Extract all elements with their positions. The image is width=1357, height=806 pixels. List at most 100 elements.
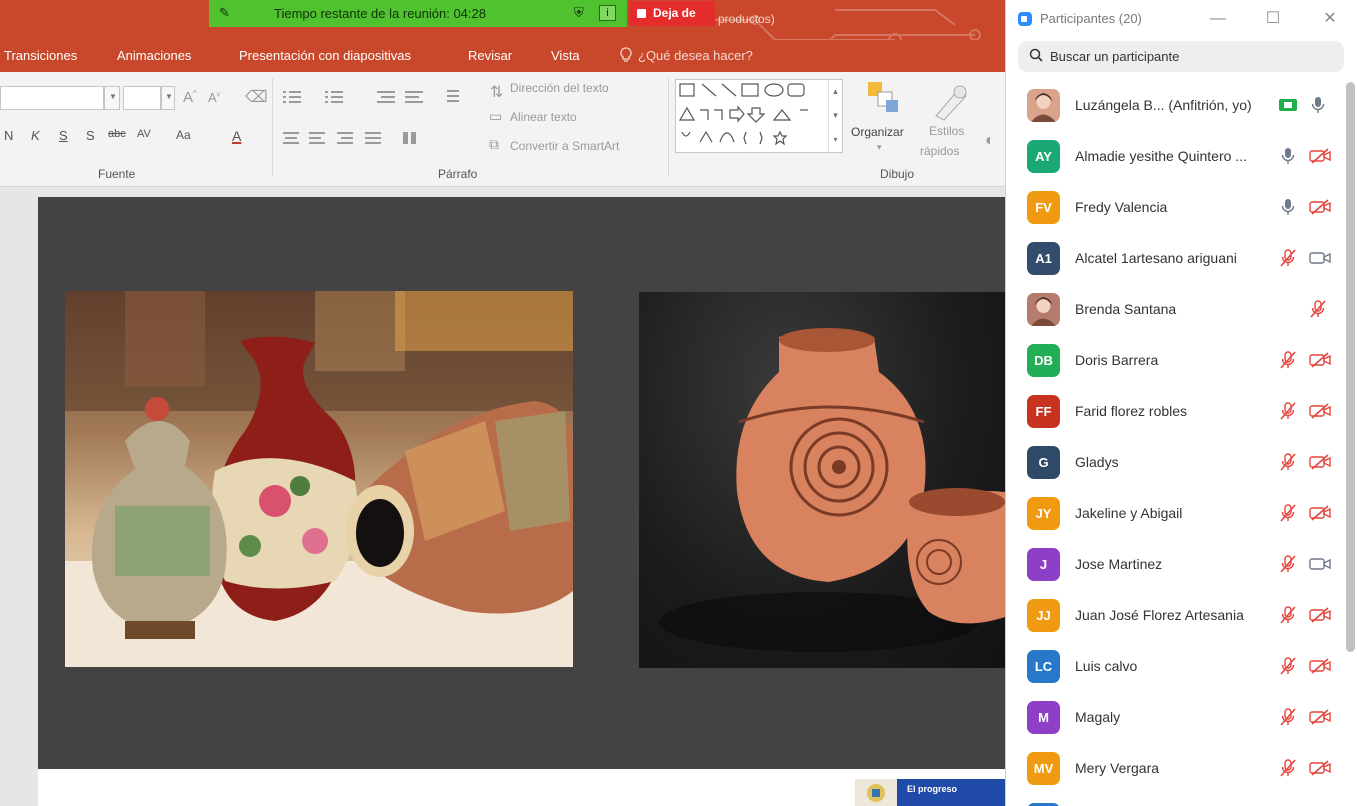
quick-styles-label-line2[interactable]: rápidos <box>920 144 959 158</box>
video-camera-off-icon[interactable] <box>1308 758 1332 778</box>
participant-list-scrollbar[interactable] <box>1346 82 1355 652</box>
participant-row[interactable] <box>1006 794 1344 806</box>
stop-share-button[interactable]: Deja de <box>629 1 715 26</box>
quick-styles-icon <box>935 85 967 121</box>
video-camera-off-icon[interactable] <box>1308 350 1332 370</box>
clear-format-icon[interactable]: ⌫ <box>245 87 268 107</box>
microphone-icon[interactable] <box>1308 95 1332 115</box>
shapes-gallery[interactable]: ▲ ▼ ▾ <box>675 79 843 153</box>
microphone-muted-icon[interactable] <box>1278 248 1298 268</box>
participant-row[interactable]: A1 Alcatel 1artesano ariguani <box>1006 233 1344 284</box>
search-input[interactable] <box>1048 47 1328 66</box>
video-camera-off-icon[interactable] <box>1308 605 1332 625</box>
shapes-gallery-scroll[interactable]: ▲ ▼ ▾ <box>828 80 842 152</box>
microphone-muted-icon[interactable] <box>1278 452 1298 472</box>
photo-clay-pots[interactable] <box>639 292 1005 668</box>
maximize-button[interactable]: ☐ <box>1261 7 1285 31</box>
slide-canvas[interactable] <box>38 197 1005 769</box>
tab-view[interactable]: Vista <box>551 48 580 63</box>
microphone-icon[interactable] <box>1278 197 1298 217</box>
microphone-muted-icon[interactable] <box>1278 350 1298 370</box>
microphone-muted-icon[interactable] <box>1278 707 1298 727</box>
video-camera-off-icon[interactable] <box>1308 452 1332 472</box>
minimize-button[interactable]: — <box>1206 7 1230 31</box>
panel-title-bar[interactable]: Participantes (20) — ☐ ✕ <box>1006 0 1357 38</box>
microphone-muted-icon[interactable] <box>1278 401 1298 421</box>
video-camera-off-icon[interactable] <box>1308 401 1332 421</box>
avatar: MV <box>1027 752 1060 785</box>
paragraph-controls-icon[interactable] <box>283 88 473 148</box>
info-icon[interactable]: i <box>599 5 616 21</box>
font-size-box[interactable] <box>123 86 161 110</box>
arrange-dropdown-icon[interactable]: ▾ <box>877 142 882 153</box>
panel-title: Participantes (20) <box>1040 11 1142 26</box>
video-camera-icon[interactable] <box>1308 248 1332 268</box>
microphone-muted-icon[interactable] <box>1278 605 1298 625</box>
quick-styles-label-line1[interactable]: Estilos <box>929 124 964 138</box>
arrange-button[interactable]: Organizar <box>851 125 904 139</box>
char-spacing-button[interactable]: AV <box>137 128 151 140</box>
video-camera-off-icon[interactable] <box>1308 503 1332 523</box>
stop-share-label: Deja de <box>653 6 696 20</box>
participant-row[interactable]: MV Mery Vergara <box>1006 743 1344 794</box>
underline-button[interactable]: S <box>59 128 68 143</box>
video-camera-off-icon[interactable] <box>1308 656 1332 676</box>
font-name-dropdown[interactable]: ▼ <box>104 86 120 110</box>
tab-transitions[interactable]: Transiciones <box>4 48 77 63</box>
document-title: productos) <box>718 12 775 26</box>
video-camera-off-icon[interactable] <box>1308 707 1332 727</box>
video-camera-off-icon[interactable] <box>1308 197 1332 217</box>
microphone-muted-icon[interactable] <box>1278 656 1298 676</box>
photo-painted-vases[interactable] <box>65 291 573 667</box>
participant-row[interactable]: JJ Juan José Florez Artesania <box>1006 590 1344 641</box>
avatar: JJ <box>1027 599 1060 632</box>
italic-button[interactable]: K <box>31 128 40 143</box>
participant-row[interactable]: LC Luis calvo <box>1006 641 1344 692</box>
microphone-icon[interactable] <box>1278 146 1298 166</box>
participant-name: Gladys <box>1075 454 1119 470</box>
tab-slideshow[interactable]: Presentación con diapositivas <box>239 48 411 63</box>
participant-name: Alcatel 1artesano ariguani <box>1075 250 1237 266</box>
shape-effects-icon[interactable]: ◐ <box>985 132 995 150</box>
font-size-dropdown[interactable]: ▼ <box>161 86 175 110</box>
video-camera-icon[interactable] <box>1308 554 1332 574</box>
font-color-button[interactable]: A <box>232 128 241 144</box>
group-label-drawing: Dibujo <box>880 167 915 181</box>
participant-row[interactable]: J Jose Martinez <box>1006 539 1344 590</box>
grow-font-icon[interactable]: A^ <box>183 89 197 106</box>
tab-review[interactable]: Revisar <box>468 48 512 63</box>
change-case-button[interactable]: Aa <box>176 128 191 142</box>
video-on-icon[interactable] <box>1278 95 1298 115</box>
microphone-muted-icon[interactable] <box>1308 299 1332 319</box>
avatar: LC <box>1027 650 1060 683</box>
video-camera-off-icon[interactable] <box>1308 146 1332 166</box>
participant-row[interactable]: FV Fredy Valencia <box>1006 182 1344 233</box>
participant-row[interactable]: M Magaly <box>1006 692 1344 743</box>
security-shield-icon[interactable]: ⛨ <box>574 5 584 21</box>
shrink-font-icon[interactable]: Av <box>208 90 220 105</box>
shadow-button[interactable]: S <box>86 128 95 143</box>
microphone-muted-icon[interactable] <box>1278 503 1298 523</box>
participant-row[interactable]: Luzángela B... (Anfitrión, yo) <box>1006 80 1344 131</box>
microphone-muted-icon[interactable] <box>1278 758 1298 778</box>
microphone-muted-icon[interactable] <box>1278 554 1298 574</box>
close-button[interactable]: ✕ <box>1318 7 1342 31</box>
participant-row[interactable]: AY Almadie yesithe Quintero ... <box>1006 131 1344 182</box>
strikethrough-button[interactable]: abc <box>108 128 126 140</box>
group-divider <box>272 78 273 176</box>
text-direction-button[interactable]: Dirección del texto <box>510 81 609 95</box>
tab-animations[interactable]: Animaciones <box>117 48 191 63</box>
tell-me-search[interactable]: ¿Qué desea hacer? <box>620 47 753 63</box>
align-text-button[interactable]: Alinear texto <box>510 110 577 124</box>
bold-button[interactable]: N <box>4 128 13 143</box>
participant-search[interactable] <box>1018 41 1344 72</box>
participant-row[interactable]: G Gladys <box>1006 437 1344 488</box>
participant-row[interactable]: DB Doris Barrera <box>1006 335 1344 386</box>
avatar: M <box>1027 701 1060 734</box>
participant-row[interactable]: FF Farid florez robles <box>1006 386 1344 437</box>
font-name-box[interactable] <box>0 86 104 110</box>
participant-row[interactable]: Brenda Santana <box>1006 284 1344 335</box>
participant-row[interactable]: JY Jakeline y Abigail <box>1006 488 1344 539</box>
convert-smartart-button[interactable]: Convertir a SmartArt <box>510 139 619 153</box>
pencil-icon[interactable]: ✎ <box>219 5 230 21</box>
